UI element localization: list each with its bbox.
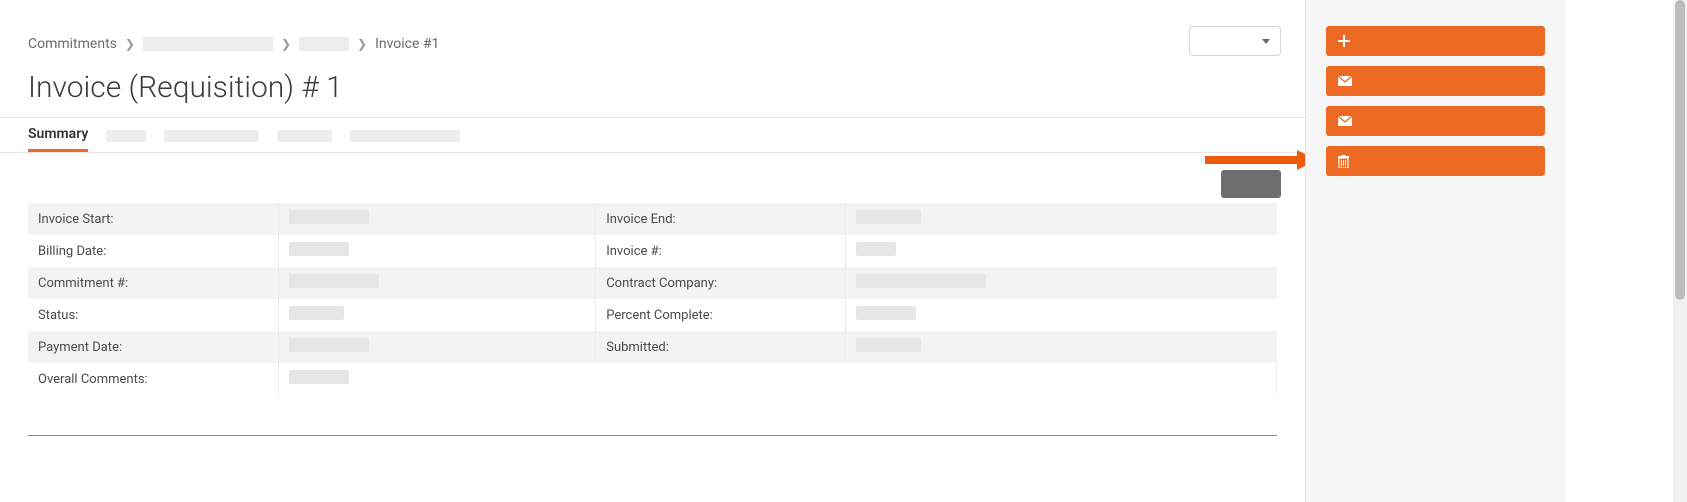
page-title: Invoice (Requisition) # 1 xyxy=(0,62,1305,117)
table-row: Invoice Start: Invoice End: xyxy=(28,203,1277,235)
tab-placeholder[interactable] xyxy=(164,130,259,142)
top-right-dropdown[interactable] xyxy=(1189,26,1281,56)
table-row: Commitment #: Contract Company: xyxy=(28,267,1277,299)
label-commitment-num: Commitment #: xyxy=(28,267,278,299)
tab-placeholder[interactable] xyxy=(277,130,332,142)
envelope-icon xyxy=(1338,116,1352,126)
label-contract-company: Contract Company: xyxy=(596,267,846,299)
label-overall-comments: Overall Comments: xyxy=(28,363,278,395)
scrollbar-thumb[interactable] xyxy=(1675,0,1685,300)
create-button[interactable] xyxy=(1326,26,1545,56)
chevron-right-icon: ❯ xyxy=(281,37,291,51)
label-invoice-num: Invoice #: xyxy=(596,235,846,267)
scrollbar-track[interactable] xyxy=(1673,0,1687,502)
label-invoice-start: Invoice Start: xyxy=(28,203,278,235)
trash-icon xyxy=(1338,155,1349,168)
table-row: Overall Comments: xyxy=(28,363,1277,395)
envelope-icon xyxy=(1338,76,1352,86)
value-percent-complete xyxy=(846,299,1277,331)
bottom-divider xyxy=(28,435,1277,436)
details-table: Invoice Start: Invoice End: Billing Date… xyxy=(28,203,1277,395)
right-sidebar xyxy=(1305,0,1565,502)
label-submitted: Submitted: xyxy=(596,331,846,363)
delete-button[interactable] xyxy=(1326,146,1545,176)
table-row: Payment Date: Submitted: xyxy=(28,331,1277,363)
label-percent-complete: Percent Complete: xyxy=(596,299,846,331)
label-billing-date: Billing Date: xyxy=(28,235,278,267)
value-billing-date xyxy=(278,235,596,267)
edit-button[interactable] xyxy=(1221,170,1281,198)
value-payment-date xyxy=(278,331,596,363)
tab-row: Summary xyxy=(0,117,1305,153)
value-invoice-end xyxy=(846,203,1277,235)
plus-icon xyxy=(1338,35,1350,47)
table-row: Status: Percent Complete: xyxy=(28,299,1277,331)
main-content: Commitments ❯ ❯ ❯ Invoice #1 Invoice (Re… xyxy=(0,0,1305,502)
value-commitment-num xyxy=(278,267,596,299)
breadcrumb: Commitments ❯ ❯ ❯ Invoice #1 xyxy=(0,0,1305,62)
label-payment-date: Payment Date: xyxy=(28,331,278,363)
chevron-right-icon: ❯ xyxy=(125,37,135,51)
value-status xyxy=(278,299,596,331)
value-contract-company xyxy=(846,267,1277,299)
label-invoice-end: Invoice End: xyxy=(596,203,846,235)
breadcrumb-current: Invoice #1 xyxy=(375,36,439,52)
value-submitted xyxy=(846,331,1277,363)
breadcrumb-root[interactable]: Commitments xyxy=(28,36,117,52)
chevron-right-icon: ❯ xyxy=(357,37,367,51)
caret-down-icon xyxy=(1262,39,1270,44)
label-status: Status: xyxy=(28,299,278,331)
value-invoice-num xyxy=(846,235,1277,267)
value-invoice-start xyxy=(278,203,596,235)
value-overall-comments xyxy=(278,363,1277,395)
breadcrumb-placeholder-1[interactable] xyxy=(143,37,273,51)
tab-placeholder[interactable] xyxy=(350,130,460,142)
tab-placeholder[interactable] xyxy=(106,130,146,142)
email-button-2[interactable] xyxy=(1326,106,1545,136)
breadcrumb-placeholder-2[interactable] xyxy=(299,37,349,51)
tab-summary[interactable]: Summary xyxy=(28,118,88,152)
table-row: Billing Date: Invoice #: xyxy=(28,235,1277,267)
email-button-1[interactable] xyxy=(1326,66,1545,96)
